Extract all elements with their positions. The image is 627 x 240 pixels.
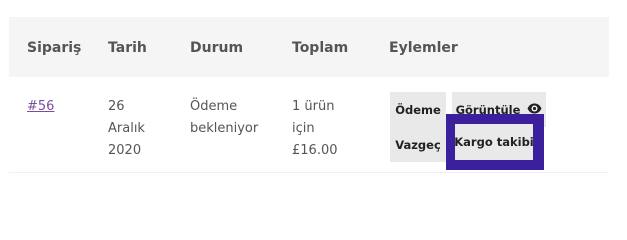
total-amount: £16.00 — [292, 143, 338, 158]
total-items: 1 ürün — [292, 99, 335, 114]
date-month: Aralık — [108, 121, 145, 136]
cancel-button-label: Vazgeç — [395, 137, 441, 152]
order-number-link[interactable]: #56 — [27, 99, 54, 114]
date-cell: 26 Aralık 2020 — [108, 96, 145, 162]
status-line-1: Ödeme — [190, 99, 238, 114]
header-order: Sipariş — [27, 40, 82, 56]
total-for: için — [292, 121, 315, 136]
date-day: 26 — [108, 99, 125, 114]
header-total: Toplam — [292, 40, 349, 56]
table-header: Sipariş Tarih Durum Toplam Eylemler — [9, 17, 609, 77]
total-cell: 1 ürün için £16.00 — [292, 96, 338, 162]
order-cell: #56 — [27, 96, 54, 118]
cargo-tracking-button-label: Kargo takibi — [454, 135, 534, 149]
date-year: 2020 — [108, 143, 142, 158]
pay-button[interactable]: Ödeme — [390, 92, 446, 127]
header-date: Tarih — [108, 40, 147, 56]
status-cell: Ödeme bekleniyor — [190, 96, 258, 140]
cargo-tracking-button[interactable]: Kargo takibi — [454, 124, 534, 160]
pay-button-label: Ödeme — [395, 102, 441, 117]
header-status: Durum — [190, 40, 244, 56]
header-actions: Eylemler — [389, 40, 458, 56]
cancel-button[interactable]: Vazgeç — [390, 127, 446, 162]
status-line-2: bekleniyor — [190, 121, 259, 136]
